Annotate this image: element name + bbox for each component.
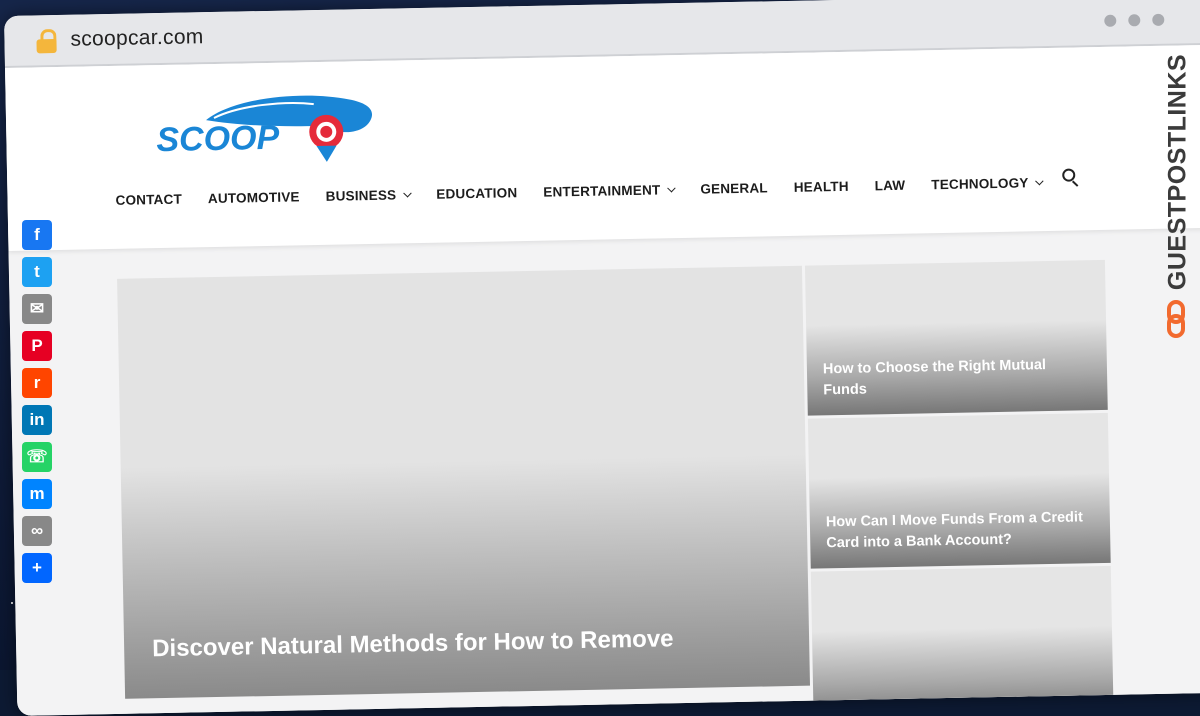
facebook-icon[interactable]: f	[22, 220, 52, 250]
nav-item-entertainment[interactable]: ENTERTAINMENT	[543, 182, 676, 200]
site-logo[interactable]: SCOOP	[144, 89, 386, 179]
chevron-down-icon	[403, 188, 412, 198]
window-dot-icon[interactable]	[1152, 13, 1165, 26]
nav-label: EDUCATION	[436, 185, 518, 202]
messenger-icon[interactable]: m	[22, 479, 52, 509]
nav-item-business[interactable]: BUSINESS	[325, 187, 412, 204]
featured-side-post[interactable]	[810, 565, 1114, 716]
twitter-icon[interactable]: t	[22, 257, 52, 287]
featured-main-post[interactable]: Discover Natural Methods for How to Remo…	[117, 265, 811, 699]
guestpostlinks-watermark: GUESTPOSTLINKS	[1158, 52, 1198, 362]
chain-link-icon	[1167, 300, 1185, 338]
nav-label: CONTACT	[115, 191, 183, 208]
share-icon[interactable]: +	[22, 553, 52, 583]
featured-side-title[interactable]: How to Choose the Right Mutual Funds	[823, 354, 1092, 401]
nav-label: GENERAL	[700, 180, 768, 197]
browser-window: scoopcar.com SCOOP CONTACT AUTOMOTIVE BU…	[4, 0, 1200, 716]
svg-text:SCOOP: SCOOP	[156, 119, 280, 159]
chevron-down-icon	[667, 183, 676, 192]
nav-label: AUTOMOTIVE	[207, 189, 300, 207]
address-bar[interactable]: scoopcar.com	[70, 25, 204, 52]
lock-icon	[36, 28, 57, 54]
window-dot-icon[interactable]	[1104, 14, 1117, 27]
window-dot-icon[interactable]	[1128, 14, 1141, 27]
linkedin-icon[interactable]: in	[22, 405, 52, 435]
nav-item-general[interactable]: GENERAL	[700, 180, 768, 196]
nav-label: TECHNOLOGY	[931, 175, 1029, 193]
watermark-text: GUESTPOSTLINKS	[1163, 53, 1192, 291]
whatsapp-icon[interactable]: ☏	[22, 442, 52, 472]
site-header: SCOOP CONTACT AUTOMOTIVE BUSINESS EDUCAT…	[4, 44, 1200, 251]
nav-item-law[interactable]: LAW	[875, 178, 906, 194]
nav-label: BUSINESS	[325, 187, 397, 204]
reddit-icon[interactable]: r	[22, 368, 52, 398]
featured-side-post[interactable]: How Can I Move Funds From a Credit Card …	[807, 412, 1111, 569]
share-sidebar: f t ✉ Pr in ☏ m ∞ +	[22, 220, 54, 590]
nav-item-health[interactable]: HEALTH	[794, 179, 849, 195]
nav-item-automotive[interactable]: AUTOMOTIVE	[208, 189, 300, 206]
search-icon[interactable]	[1062, 168, 1079, 187]
featured-main-title[interactable]: Discover Natural Methods for How to Remo…	[152, 620, 773, 666]
nav-label: LAW	[874, 177, 906, 194]
nav-item-contact[interactable]: CONTACT	[115, 192, 182, 208]
scoop-logo-icon: SCOOP	[156, 95, 373, 162]
nav-label: HEALTH	[793, 178, 849, 195]
featured-side-post[interactable]: How to Choose the Right Mutual Funds	[804, 259, 1108, 416]
main-nav: CONTACT AUTOMOTIVE BUSINESS EDUCATION EN…	[115, 175, 1068, 208]
chevron-down-icon	[1035, 176, 1044, 185]
nav-item-technology[interactable]: TECHNOLOGY	[931, 175, 1044, 193]
window-controls	[1104, 13, 1165, 27]
page: SCOOP CONTACT AUTOMOTIVE BUSINESS EDUCAT…	[4, 44, 1200, 716]
featured-side-title[interactable]	[829, 702, 1097, 707]
copy-link-icon[interactable]: ∞	[22, 516, 52, 546]
email-icon[interactable]: ✉	[22, 294, 52, 324]
pinterest-icon[interactable]: P	[22, 331, 52, 361]
nav-label: ENTERTAINMENT	[543, 182, 661, 200]
nav-item-education[interactable]: EDUCATION	[436, 185, 517, 202]
featured-side-title[interactable]: How Can I Move Funds From a Credit Card …	[826, 507, 1095, 554]
